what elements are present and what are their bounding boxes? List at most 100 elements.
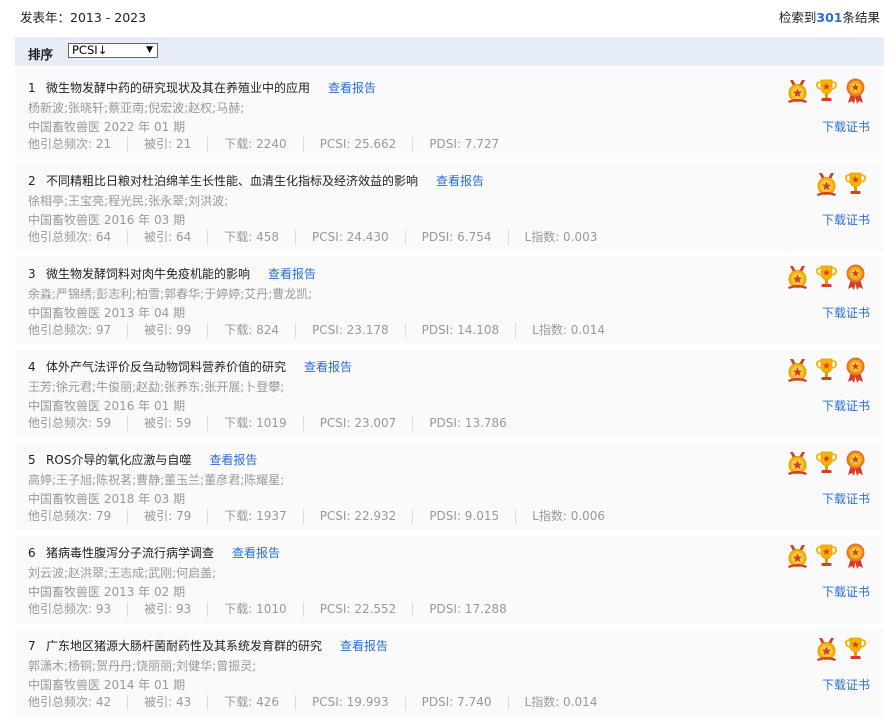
award-badges (785, 77, 868, 105)
total-cited-count: 他引总频次: 42 (28, 695, 129, 710)
download-certificate-link[interactable]: 下载证书 (822, 211, 870, 228)
result-stats: 他引总频次: 79 被引: 79 下载: 1937 PCSI: 22.932 PDSI:… (28, 509, 621, 524)
trophy-icon (843, 170, 868, 197)
trophy-icon (814, 542, 839, 569)
l-index-value: L指数: 0.003 (524, 230, 598, 244)
result-title-row: 3 微生物发酵饲料对肉牛免疫机能的影响 查看报告 (28, 265, 316, 282)
result-title[interactable]: 体外产气法评价反刍动物饲料营养价值的研究 (46, 360, 286, 374)
pdsi-value: PDSI: 17.288 (429, 602, 507, 616)
total-cited-count: 他引总频次: 79 (28, 509, 129, 524)
pcsi-value: PCSI: 22.552 (320, 602, 414, 617)
cited-count: 被引: 93 (144, 602, 209, 617)
pdsi-value: PDSI: 14.108 (422, 323, 517, 338)
total-cited-count: 他引总频次: 93 (28, 602, 129, 617)
view-report-link[interactable]: 查看报告 (304, 360, 352, 374)
result-number: 7 (28, 639, 36, 653)
trophy-icon (814, 263, 839, 290)
sort-bar: 排序 PCSI↓ ▼ (15, 37, 884, 66)
result-item: 1 微生物发酵中药的研究现状及其在养殖业中的应用 查看报告杨新波;张晓轩;蔡亚南;倪… (15, 70, 884, 163)
cited-count: 被引: 43 (144, 695, 209, 710)
view-report-link[interactable]: 查看报告 (436, 174, 484, 188)
medal-icon (785, 542, 810, 569)
result-authors: 杨新波;张晓轩;蔡亚南;倪宏波;赵权;马赫; (28, 101, 245, 115)
result-number: 1 (28, 81, 36, 95)
medal-icon (785, 263, 810, 290)
result-title-row: 2 不同精粗比日粮对杜泊绵羊生长性能、血清生化指标及经济效益的影响 查看报告 (28, 172, 484, 189)
result-title[interactable]: 微生物发酵饲料对肉牛免疫机能的影响 (46, 267, 250, 281)
result-source: 中国畜牧兽医 2013 年 02 期 (28, 585, 186, 599)
download-certificate-link[interactable]: 下载证书 (822, 676, 870, 693)
result-title-row: 5 ROS介导的氧化应激与自噬 查看报告 (28, 451, 257, 468)
result-count-suffix: 条结果 (842, 10, 880, 25)
medal-icon (785, 356, 810, 383)
result-stats: 他引总频次: 42 被引: 43 下载: 426 PCSI: 19.993 PDSI: … (28, 695, 613, 710)
result-count-value: 301 (816, 10, 843, 25)
download-count: 下载: 1010 (224, 602, 304, 617)
view-report-link[interactable]: 查看报告 (209, 453, 257, 467)
result-title-row: 7 广东地区猪源大肠杆菌耐药性及其系统发育群的研究 查看报告 (28, 637, 388, 654)
pdsi-value: PDSI: 9.015 (429, 509, 517, 524)
result-number: 4 (28, 360, 36, 374)
result-title[interactable]: 不同精粗比日粮对杜泊绵羊生长性能、血清生化指标及经济效益的影响 (46, 174, 418, 188)
rosette-icon (843, 77, 868, 104)
result-title[interactable]: 微生物发酵中药的研究现状及其在养殖业中的应用 (46, 81, 310, 95)
cited-count: 被引: 59 (144, 416, 209, 431)
cited-count: 被引: 64 (144, 230, 209, 245)
trophy-icon (814, 77, 839, 104)
cited-count: 被引: 99 (144, 323, 209, 338)
result-source: 中国畜牧兽医 2016 年 01 期 (28, 399, 186, 413)
view-report-link[interactable]: 查看报告 (268, 267, 316, 281)
result-number: 2 (28, 174, 36, 188)
result-stats: 他引总频次: 97 被引: 99 下载: 824 PCSI: 23.178 PDSI: … (28, 323, 621, 338)
trophy-icon (814, 356, 839, 383)
view-report-link[interactable]: 查看报告 (340, 639, 388, 653)
result-number: 3 (28, 267, 36, 281)
l-index-value: L指数: 0.014 (524, 695, 598, 709)
total-cited-count: 他引总频次: 64 (28, 230, 129, 245)
download-count: 下载: 824 (224, 323, 297, 338)
pdsi-value: PDSI: 13.786 (429, 416, 507, 430)
result-source: 中国畜牧兽医 2014 年 01 期 (28, 678, 186, 692)
result-title[interactable]: 猪病毒性腹泻分子流行病学调查 (46, 546, 214, 560)
rosette-icon (843, 356, 868, 383)
download-certificate-link[interactable]: 下载证书 (822, 118, 870, 135)
award-badges (785, 356, 868, 384)
pcsi-value: PCSI: 19.993 (312, 695, 406, 710)
medal-icon (814, 635, 839, 662)
download-certificate-link[interactable]: 下载证书 (822, 397, 870, 414)
view-report-link[interactable]: 查看报告 (232, 546, 280, 560)
result-title[interactable]: ROS介导的氧化应激与自噬 (46, 453, 191, 467)
medal-icon (785, 77, 810, 104)
pdsi-value: PDSI: 7.740 (422, 695, 509, 710)
view-report-link[interactable]: 查看报告 (328, 81, 376, 95)
download-certificate-link[interactable]: 下载证书 (822, 304, 870, 321)
pcsi-value: PCSI: 25.662 (320, 137, 414, 152)
pcsi-value: PCSI: 23.178 (312, 323, 406, 338)
download-count: 下载: 1019 (224, 416, 304, 431)
rosette-icon (843, 449, 868, 476)
result-item: 6 猪病毒性腹泻分子流行病学调查 查看报告 刘云波;赵洪翠;王志成;武刚;何启盖; 中国… (15, 535, 884, 628)
award-badges (785, 449, 868, 477)
result-authors: 余淼;严锦绣;彭志利;柏雪;郭春华;于婷婷;艾丹;曹龙凯; (28, 287, 313, 301)
result-authors: 刘云波;赵洪翠;王志成;武刚;何启盖; (28, 566, 217, 580)
result-source: 中国畜牧兽医 2013 年 04 期 (28, 306, 186, 320)
trophy-icon (843, 635, 868, 662)
download-count: 下载: 458 (224, 230, 297, 245)
result-title-row: 1 微生物发酵中药的研究现状及其在养殖业中的应用 查看报告 (28, 79, 376, 96)
rosette-icon (843, 542, 868, 569)
result-stats: 他引总频次: 64 被引: 64 下载: 458 PCSI: 24.430 PDSI: … (28, 230, 613, 245)
result-source: 中国畜牧兽医 2016 年 03 期 (28, 213, 186, 227)
sort-label: 排序 (28, 47, 54, 62)
download-certificate-link[interactable]: 下载证书 (822, 583, 870, 600)
result-item: 7 广东地区猪源大肠杆菌耐药性及其系统发育群的研究 查看报告郭潇木;杨铜;贺丹丹;饶… (15, 628, 884, 721)
result-item: 4 体外产气法评价反刍动物饲料营养价值的研究 查看报告 王芳;徐元君;牛俊丽;赵勐;张… (15, 349, 884, 442)
pcsi-value: PCSI: 24.430 (312, 230, 406, 245)
total-cited-count: 他引总频次: 59 (28, 416, 129, 431)
download-certificate-link[interactable]: 下载证书 (822, 490, 870, 507)
sort-select[interactable]: PCSI↓ ▼ (68, 43, 158, 58)
result-authors: 郭潇木;杨铜;贺丹丹;饶丽丽;刘健华;曾振灵; (28, 659, 257, 673)
result-title[interactable]: 广东地区猪源大肠杆菌耐药性及其系统发育群的研究 (46, 639, 322, 653)
award-badges (814, 635, 868, 663)
result-stats: 他引总频次: 59 被引: 59 下载: 1019 PCSI: 23.007 PDSI:… (28, 416, 523, 431)
result-authors: 高婷;王子旭;陈祝茗;曹静;董玉兰;董彦君;陈耀星; (28, 473, 285, 487)
